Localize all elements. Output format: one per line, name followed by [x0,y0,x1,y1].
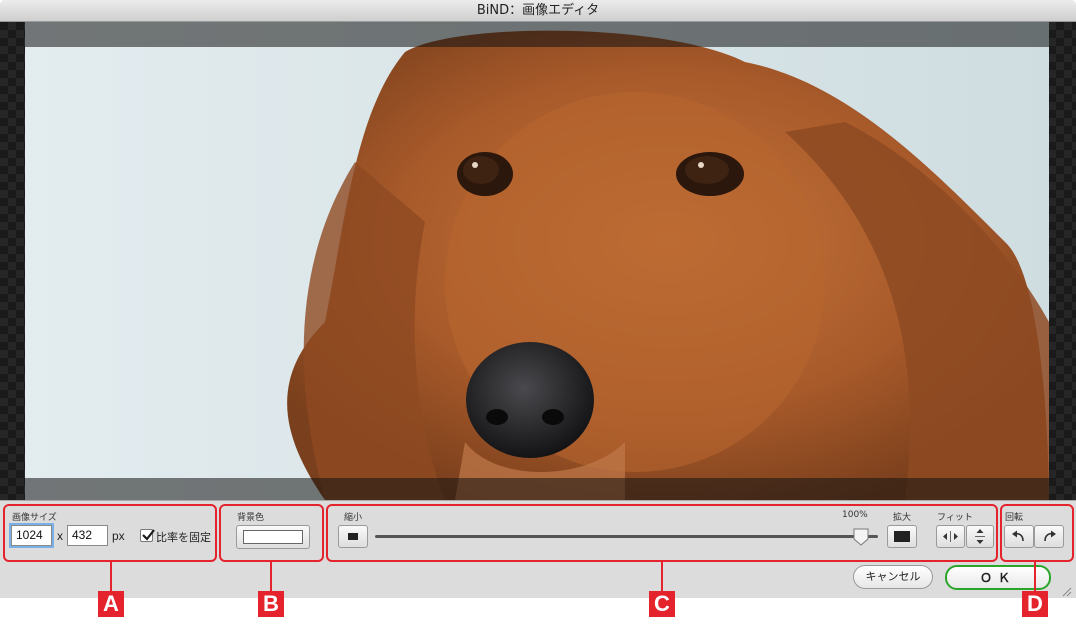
resize-grip-icon[interactable] [1060,585,1072,597]
zoom-slider-thumb[interactable] [853,528,869,546]
rotate-left-button[interactable] [1004,525,1034,548]
background-color-swatch [243,530,303,544]
crop-shade-bottom [25,478,1049,500]
enlarge-button[interactable] [887,525,917,548]
fit-label: フィット [937,513,973,523]
checkmark-icon [142,529,155,541]
image-width-input[interactable]: 1024 [11,525,52,546]
enlarge-icon [894,531,910,542]
fit-horizontal-icon [943,531,958,542]
window-title: BiND：画像エディタ [476,3,600,18]
marker-c-line [661,561,663,592]
shrink-label: 縮小 [344,513,363,523]
fit-width-button[interactable] [936,525,965,548]
lock-ratio-checkbox[interactable] [140,529,155,542]
crop-shade-top [25,22,1049,47]
enlarge-label: 拡大 [893,513,912,523]
marker-b: B [258,591,284,617]
marker-c: C [649,591,675,617]
marker-d-line [1034,561,1036,592]
image-size-label: 画像サイズ [12,513,57,523]
shrink-button[interactable] [338,525,368,548]
zoom-slider-track[interactable] [375,535,878,538]
image-editor-window: BiND：画像エディタ 画像サイズ 1024 x 432 px 比率を固定 背景… [0,0,1076,598]
cancel-button[interactable]: キャンセル [853,565,933,589]
size-unit: px [112,529,125,543]
rotate-right-icon [1044,530,1056,542]
marker-b-line [270,561,272,592]
dog-photo[interactable] [25,22,1049,500]
title-bar[interactable]: BiND：画像エディタ [0,0,1076,22]
rotate-right-button[interactable] [1034,525,1064,548]
fit-height-button[interactable] [966,525,994,548]
background-color-button[interactable] [236,525,310,549]
marker-a: A [98,591,124,617]
size-separator: x [57,529,63,543]
zoom-percent-label: 100% [842,510,868,520]
image-height-input[interactable]: 432 [67,525,108,546]
image-canvas[interactable] [0,22,1076,500]
marker-a-line [110,561,112,592]
marker-d: D [1022,591,1048,617]
rotate-left-icon [1012,530,1024,542]
slider-thumb-icon [853,528,869,546]
shrink-icon [348,533,358,540]
dog-photo-image [25,22,1049,500]
lock-ratio-label: 比率を固定 [156,532,211,544]
editor-toolbar: 画像サイズ 1024 x 432 px 比率を固定 背景色 縮小 100% 拡大… [0,500,1076,598]
background-color-label: 背景色 [237,513,265,523]
fit-vertical-icon [975,529,985,544]
rotate-label: 回転 [1005,513,1024,523]
